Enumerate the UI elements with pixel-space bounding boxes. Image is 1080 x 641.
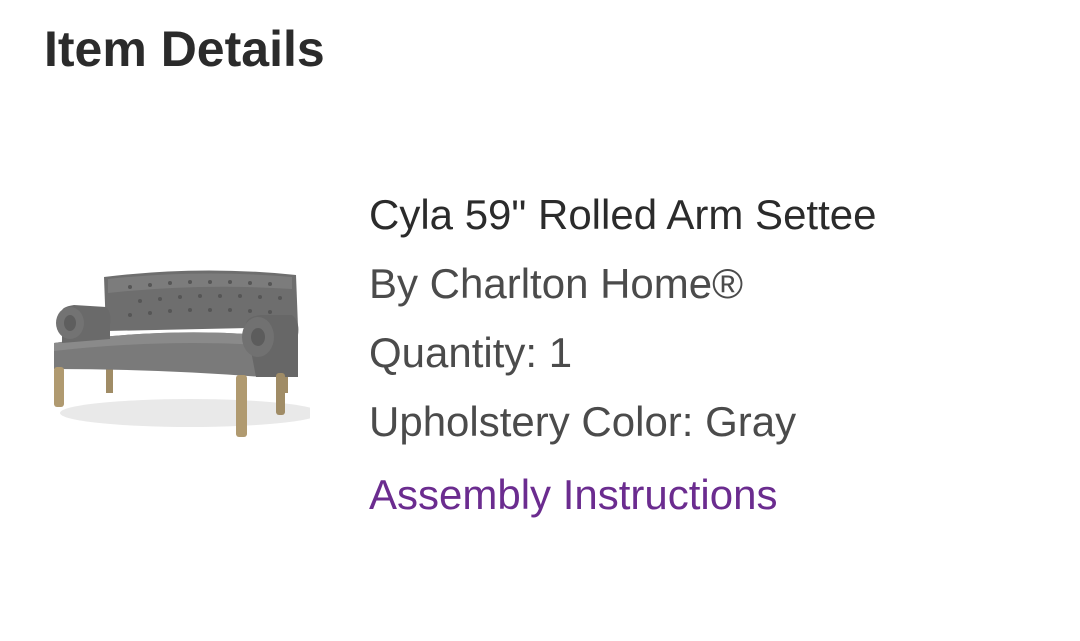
item-details: Cyla 59" Rolled Arm Settee By Charlton H…: [369, 180, 877, 526]
product-image[interactable]: [40, 255, 320, 450]
quantity-label: Quantity: 1: [369, 329, 573, 376]
assembly-instructions-link[interactable]: Assembly Instructions: [369, 464, 777, 526]
settee-icon: [54, 270, 320, 437]
upholstery-color-label: Upholstery Color: Gray: [369, 398, 797, 445]
brand-name: By Charlton Home®: [369, 260, 744, 307]
page-title: Item Details: [44, 21, 325, 77]
product-name[interactable]: Cyla 59" Rolled Arm Settee: [369, 180, 877, 249]
